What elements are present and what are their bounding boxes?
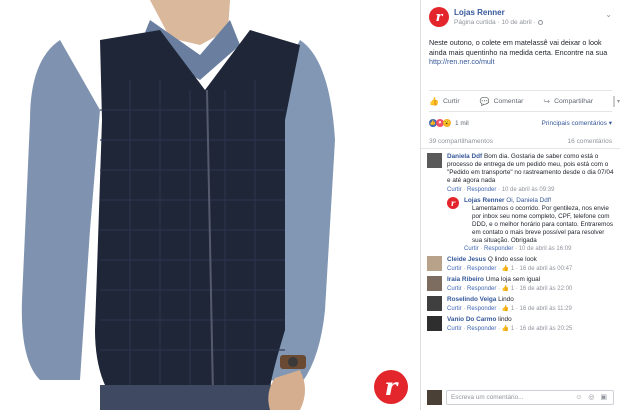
post-body: Neste outono, o colete em matelassê vai … (429, 38, 608, 57)
comment-time[interactable]: · 10 de abril às 09:39 (498, 187, 554, 193)
reply-time[interactable]: · 10 de abril às 16:09 (515, 246, 571, 252)
comment-author[interactable]: Iraia Ribeiro (447, 276, 484, 283)
page-name-link[interactable]: Lojas Renner (454, 8, 543, 17)
comment-author[interactable]: Daniela Ddf (447, 153, 482, 160)
comment-meta: Curtir · Responder · 10 de abril às 09:3… (447, 187, 555, 193)
comment-text: Uma loja sem igual (485, 276, 541, 283)
comment-time[interactable]: · 16 de abril às 11:29 (516, 306, 572, 312)
like-button[interactable]: 👍 Curtir (429, 97, 460, 106)
engagement-counts: 39 compartilhamentos 16 comentários (421, 135, 620, 149)
comment-composer: Escreva um comentário... ☺ ◎ ▣ (427, 388, 614, 406)
reply-like-link[interactable]: Curtir (464, 246, 479, 252)
wow-reaction-icon[interactable]: 😮 (443, 119, 451, 127)
commenter-avatar[interactable] (427, 276, 442, 291)
comment-reply-link[interactable]: Responder (467, 306, 496, 312)
reactions-bar: 👍 ♥ 😮 1 mil Principais comentários ▾ (421, 115, 620, 131)
comment-like-count[interactable]: 👍 1 (502, 266, 514, 272)
comment-item: Iraia Ribeiro Uma loja sem igual Curtir … (427, 276, 614, 293)
comment-meta: Curtir · Responder · 👍 1 · 16 de abril à… (447, 306, 572, 312)
reply-meta: Curtir · Responder · 10 de abril às 16:0… (464, 246, 572, 252)
like-label: Curtir (442, 97, 460, 105)
comment-author[interactable]: Roselindo Veiga (447, 296, 496, 303)
comment-button[interactable]: 💬 Comentar (480, 97, 524, 106)
post-photo[interactable]: r (0, 0, 420, 410)
comment-item: Vanio Do Carmo lindo Curtir · Responder … (427, 316, 614, 333)
post-text: Neste outono, o colete em matelassê vai … (421, 28, 620, 86)
reply-item: r Lojas Renner Oi, Daniela Ddf! Lamentam… (447, 197, 614, 252)
reply-text: Lamentamos o ocorrido. Por gentileza, no… (472, 205, 614, 244)
comment-input-placeholder: Escreva um comentário... (451, 393, 524, 401)
comment-sort-dropdown[interactable]: Principais comentários ▾ (542, 119, 612, 127)
comment-reply-link[interactable]: Responder (467, 286, 496, 292)
comments-count[interactable]: 16 comentários (568, 138, 612, 145)
chevron-down-icon[interactable]: ⌄ (605, 10, 612, 19)
reply-reply-link[interactable]: Responder (484, 246, 513, 252)
commenter-avatar[interactable] (427, 296, 442, 311)
thumbs-up-icon: 👍 (429, 96, 439, 106)
page-avatar[interactable]: r (429, 7, 449, 27)
comment-reply-link[interactable]: Responder (467, 326, 496, 332)
comment-time[interactable]: · 16 de abril às 00:47 (516, 266, 572, 272)
reaction-count[interactable]: 1 mil (455, 120, 469, 127)
comment-like-count[interactable]: 👍 1 (502, 286, 514, 292)
comment-label: Comentar (493, 97, 524, 105)
comment-author[interactable]: Cleide Jesus (447, 256, 486, 263)
comment-like-link[interactable]: Curtir (447, 266, 462, 272)
comment-like-link[interactable]: Curtir (447, 286, 462, 292)
comment-like-link[interactable]: Curtir (447, 187, 462, 193)
model-photo (0, 0, 420, 410)
comment-meta: Curtir · Responder · 👍 1 · 16 de abril à… (447, 266, 573, 272)
comment-meta: Curtir · Responder · 👍 1 · 16 de abril à… (447, 326, 573, 332)
comment-text: Lindo (498, 296, 514, 303)
post-meta: Página curtida · 10 de abril · (454, 19, 543, 26)
comment-like-link[interactable]: Curtir (447, 326, 462, 332)
comment-item: Daniela Ddf Bom dia. Gostaria de saber c… (427, 153, 614, 194)
post-meta-text: Página curtida · 10 de abril · (454, 19, 536, 26)
comment-input[interactable]: Escreva um comentário... ☺ ◎ ▣ (446, 389, 614, 405)
post-header: r Lojas Renner Página curtida · 10 de ab… (421, 0, 620, 28)
comment-meta: Curtir · Responder · 👍 1 · 16 de abril à… (447, 286, 573, 292)
share-label: Compartilhar (554, 97, 594, 105)
comment-time[interactable]: · 16 de abril às 22:00 (516, 286, 572, 292)
globe-icon (537, 19, 543, 25)
actor-avatar[interactable] (613, 95, 616, 107)
comment-reply-link[interactable]: Responder (467, 187, 496, 193)
brand-logo-badge: r (374, 370, 408, 404)
share-button[interactable]: ↪ Compartilhar (543, 97, 593, 106)
comment-icon: 💬 (479, 96, 490, 106)
comment-text: lindo (498, 316, 512, 323)
shares-count[interactable]: 39 compartilhamentos (429, 138, 493, 145)
share-icon: ↪ (543, 96, 551, 106)
comment-time[interactable]: · 16 de abril às 20:25 (516, 326, 572, 332)
commenter-avatar[interactable] (427, 316, 442, 331)
comment-text: Q lindo esse look (487, 256, 537, 263)
commenter-avatar[interactable] (427, 256, 442, 271)
comment-author[interactable]: Vanio Do Carmo (447, 316, 496, 323)
comment-like-count[interactable]: 👍 1 (502, 326, 514, 332)
post-link[interactable]: http://ren.ner.co/mult (429, 57, 495, 66)
reply-mention[interactable]: Oi, Daniela Ddf! (506, 197, 551, 204)
comment-like-count[interactable]: 👍 1 (502, 306, 514, 312)
post-panel: r Lojas Renner Página curtida · 10 de ab… (420, 0, 620, 410)
comment-item: Roselindo Veiga Lindo Curtir · Responder… (427, 296, 614, 313)
composer-tools-icons[interactable]: ☺ ◎ ▣ (575, 393, 609, 401)
reply-avatar[interactable]: r (447, 197, 459, 209)
user-avatar (427, 389, 442, 405)
comment-reply-link[interactable]: Responder (467, 266, 496, 272)
reply-author[interactable]: Lojas Renner (464, 197, 505, 204)
commenter-avatar[interactable] (427, 153, 442, 168)
comment-item: Cleide Jesus Q lindo esse look Curtir · … (427, 256, 614, 273)
comment-like-link[interactable]: Curtir (447, 306, 462, 312)
post-actions: 👍 Curtir 💬 Comentar ↪ Compartilhar ▾ (429, 90, 620, 112)
comment-list: Daniela Ddf Bom dia. Gostaria de saber c… (421, 149, 620, 333)
